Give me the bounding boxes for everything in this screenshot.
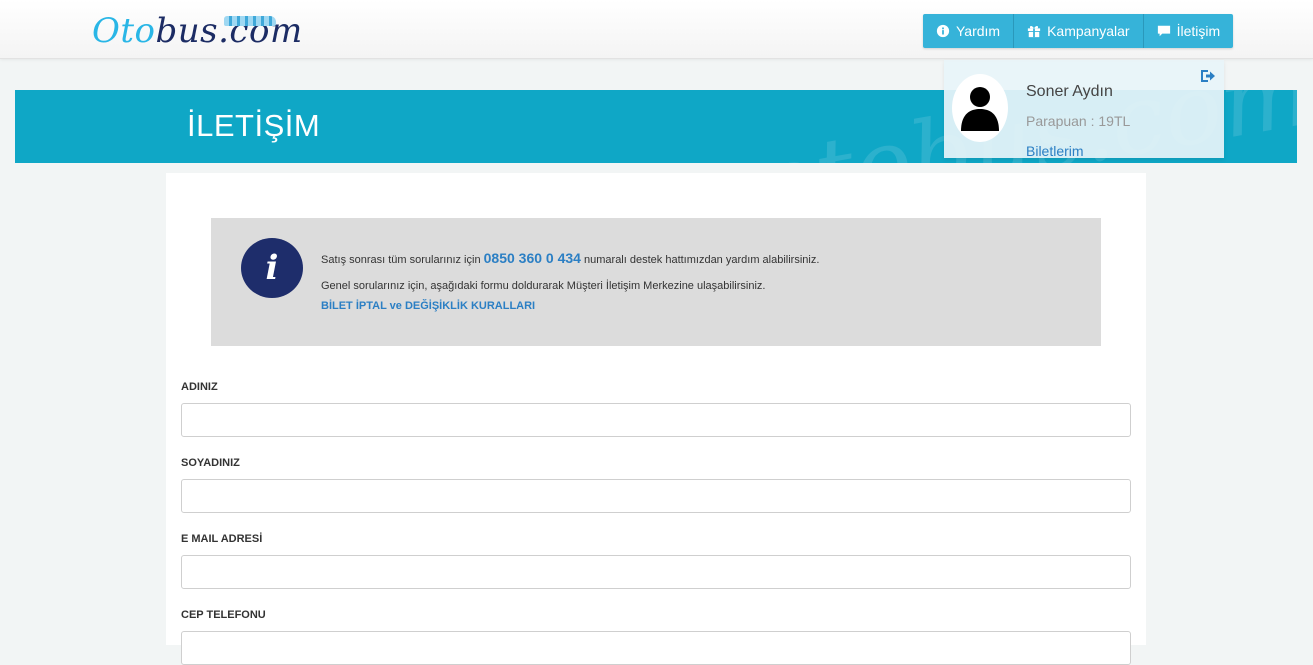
nav-help-button[interactable]: Yardım xyxy=(923,14,1015,48)
first-name-field[interactable] xyxy=(181,403,1131,437)
avatar xyxy=(952,74,1008,142)
first-name-label: ADINIZ xyxy=(181,381,218,393)
user-name: Soner Aydın xyxy=(1026,83,1113,100)
my-tickets-link[interactable]: Biletlerim xyxy=(1026,143,1084,159)
gift-icon xyxy=(1027,25,1041,38)
general-questions-text: Genel sorularınız için, aşağıdaki formu … xyxy=(321,280,766,292)
info-circle-icon xyxy=(936,24,950,38)
email-field[interactable] xyxy=(181,555,1131,589)
user-points: Parapuan : 19TL xyxy=(1026,113,1131,129)
nav-campaigns-label: Kampanyalar xyxy=(1047,23,1130,39)
last-name-label: SOYADINIZ xyxy=(181,457,240,469)
support-text-after: numaralı destek hattımızdan yardım alabi… xyxy=(580,254,820,266)
cancellation-rules-link[interactable]: BİLET İPTAL ve DEĞİŞİKLİK KURALLARI xyxy=(321,300,535,312)
support-line: Satış sonrası tüm sorularınız için 0850 … xyxy=(321,250,819,266)
nav-contact-button[interactable]: İletişim xyxy=(1143,14,1234,48)
logo-part-oto: Oto xyxy=(92,11,156,51)
user-dropdown: Soner Aydın Parapuan : 19TL Biletlerim xyxy=(944,60,1224,159)
info-box: i Satış sonrası tüm sorularınız için 085… xyxy=(211,218,1101,346)
info-icon: i xyxy=(241,238,303,298)
phone-field[interactable] xyxy=(181,631,1131,665)
user-silhouette-icon xyxy=(961,87,999,131)
support-text-before: Satış sonrası tüm sorularınız için xyxy=(321,254,484,266)
phone-label: CEP TELEFONU xyxy=(181,609,266,621)
page-title: İLETİŞİM xyxy=(187,108,321,143)
sign-out-icon[interactable] xyxy=(1200,69,1216,83)
top-nav: Yardım Kampanyalar İletişim xyxy=(923,14,1234,48)
logo[interactable]: Otobus.com xyxy=(92,11,303,51)
nav-contact-label: İletişim xyxy=(1176,23,1221,39)
comment-icon xyxy=(1157,25,1170,37)
nav-campaigns-button[interactable]: Kampanyalar xyxy=(1014,14,1144,48)
last-name-field[interactable] xyxy=(181,479,1131,513)
bus-icon xyxy=(224,16,276,26)
contact-content: i Satış sonrası tüm sorularınız için 085… xyxy=(166,173,1146,665)
email-label: E MAIL ADRESİ xyxy=(181,533,263,545)
nav-help-label: Yardım xyxy=(956,23,1001,39)
site-header: Otobus.com Yardım Kampanyalar İletişim xyxy=(0,0,1313,59)
support-phone: 0850 360 0 434 xyxy=(483,250,581,266)
